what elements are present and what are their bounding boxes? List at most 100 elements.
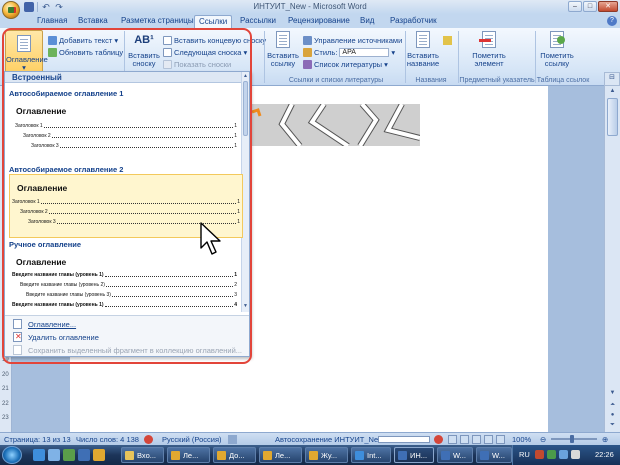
zoom-out-icon[interactable]: ⊖ <box>540 435 546 444</box>
toc-dialog-label: Оглавление... <box>28 319 77 329</box>
tray-icon-1[interactable] <box>535 450 544 459</box>
macro-icon[interactable] <box>228 435 237 444</box>
insert-caption-button[interactable]: Вставить название <box>406 30 440 68</box>
tab-home[interactable]: Главная <box>37 16 67 28</box>
zoom-level[interactable]: 100% <box>512 435 531 444</box>
gallery-scroll-thumb[interactable] <box>243 81 248 136</box>
tab-review[interactable]: Рецензирование <box>288 16 350 28</box>
style-dropdown[interactable]: APA <box>339 48 390 57</box>
gallery-scroll-up-icon[interactable]: ▲ <box>242 73 249 79</box>
select-browse-object-icon[interactable]: ● <box>607 412 618 420</box>
autosave-status: Автосохранение ИНТУИТ_New: <box>275 435 386 444</box>
insert-endnote-label: Вставить концевую сноску <box>174 36 267 45</box>
taskbar-button-le1[interactable]: Ле... <box>167 447 210 463</box>
save-selection-command: Сохранить выделенный фрагмент в коллекци… <box>9 344 245 356</box>
maximize-button[interactable]: □ <box>583 1 597 12</box>
quicklaunch-word-icon[interactable] <box>78 449 90 461</box>
scroll-up-icon[interactable]: ▲ <box>607 88 618 96</box>
toc-button[interactable]: Оглавление ▾ <box>5 30 48 74</box>
toc-entry: Заголовок 21 <box>23 133 237 139</box>
minimize-button[interactable]: – <box>568 1 582 12</box>
full-screen-view-icon[interactable] <box>460 435 469 444</box>
auto-toc-1-title: Автособираемое оглавление 1 <box>9 89 124 98</box>
network-icon[interactable] <box>559 450 568 459</box>
status-bar: Страница: 13 из 13 Число слов: 4 138 Рус… <box>0 432 620 445</box>
manage-sources-button[interactable]: Управление источниками <box>303 36 402 45</box>
tab-mailings[interactable]: Рассылки <box>240 16 276 28</box>
outline-view-icon[interactable] <box>484 435 493 444</box>
draft-view-icon[interactable] <box>496 435 505 444</box>
tray-icon-2[interactable] <box>547 450 556 459</box>
footnote-icon: AB¹ <box>134 34 154 46</box>
prev-page-icon[interactable]: ⏶ <box>607 402 618 410</box>
show-notes-button: Показать сноски <box>163 60 231 69</box>
ruler-mark: 20 <box>2 371 9 378</box>
add-text-button[interactable]: Добавить текст ▾ <box>48 36 118 45</box>
page-count[interactable]: Страница: 13 из 13 <box>4 435 71 444</box>
clock[interactable]: 22:26 <box>595 450 614 459</box>
next-footnote-button[interactable]: Следующая сноска ▾ <box>163 48 247 57</box>
update-table-button[interactable]: Обновить таблицу <box>48 48 123 57</box>
title-bar: ↶ ↷ ИНТУИТ_New - Microsoft Word – □ ✕ <box>0 0 620 14</box>
toc-icon <box>14 34 34 54</box>
taskbar-button-zhu[interactable]: Жу... <box>305 447 348 463</box>
remove-toc-command[interactable]: ✕ Удалить оглавление <box>9 331 245 343</box>
word-count[interactable]: Число слов: 4 138 <box>76 435 139 444</box>
auto-toc-1-preview[interactable]: Оглавление Заголовок 11 Заголовок 21 Заг… <box>9 98 243 162</box>
bibliography-button[interactable]: Список литературы ▾ <box>303 60 388 69</box>
auto-toc-2-title: Автособираемое оглавление 2 <box>9 165 124 174</box>
toc-dialog-command[interactable]: Оглавление... <box>9 318 245 330</box>
tab-developer[interactable]: Разработчик <box>390 16 437 28</box>
road-map-graphic <box>252 104 420 146</box>
next-page-icon[interactable]: ⏷ <box>607 422 618 430</box>
mark-citation-button[interactable]: Пометить ссылку <box>538 30 576 68</box>
taskbar-button-le2[interactable]: Ле... <box>259 447 302 463</box>
quicklaunch-desktop-icon[interactable] <box>48 449 60 461</box>
gallery-header: Встроенный <box>5 72 249 83</box>
vertical-scrollbar[interactable]: ▲ ▼ ⏶ ● ⏷ <box>604 86 620 432</box>
auto-toc-1-heading: Оглавление <box>16 106 67 116</box>
tab-page-layout[interactable]: Разметка страницы <box>121 16 194 28</box>
manual-toc-title: Ручное оглавление <box>9 240 82 249</box>
quicklaunch-folder-icon[interactable] <box>93 449 105 461</box>
volume-icon[interactable] <box>571 450 580 459</box>
scroll-down-icon[interactable]: ▼ <box>607 390 618 398</box>
keyboard-language[interactable]: RU <box>519 450 530 459</box>
gallery-scroll-down-icon[interactable]: ▼ <box>242 303 249 309</box>
proofing-icon[interactable] <box>144 435 153 444</box>
taskbar-button-word2[interactable]: W... <box>437 447 473 463</box>
ruler-toggle-button[interactable]: ⊟ <box>604 72 620 86</box>
quicklaunch-ie-icon[interactable] <box>33 449 45 461</box>
quicklaunch-app-icon[interactable] <box>63 449 75 461</box>
insert-footnote-button[interactable]: AB¹ Вставить сноску <box>128 30 160 68</box>
tab-references[interactable]: Ссылки <box>194 15 233 28</box>
tab-insert[interactable]: Вставка <box>78 16 108 28</box>
taskbar-button-do[interactable]: До... <box>213 447 256 463</box>
start-button[interactable] <box>2 446 22 464</box>
taskbar-button-intuit-word[interactable]: ИН... <box>394 447 434 463</box>
mark-entry-button[interactable]: Пометить элемент <box>468 30 510 68</box>
manage-sources-label: Управление источниками <box>314 36 403 45</box>
zoom-slider-knob[interactable] <box>570 435 574 443</box>
zoom-slider[interactable] <box>551 438 597 440</box>
taskbar-button-inbox[interactable]: Вхо... <box>121 447 164 463</box>
ribbon-tabs: Главная Вставка Разметка страницы Ссылки… <box>0 14 620 28</box>
taskbar-button-word3[interactable]: W... <box>476 447 512 463</box>
print-layout-view-icon[interactable] <box>448 435 457 444</box>
help-icon[interactable]: ? <box>607 16 617 26</box>
window-controls: – □ ✕ <box>568 1 618 12</box>
tab-view[interactable]: Вид <box>360 16 374 28</box>
taskbar-button-int[interactable]: Int... <box>351 447 391 463</box>
language-indicator[interactable]: Русский (Россия) <box>162 435 222 444</box>
cancel-autosave-icon[interactable] <box>434 435 443 444</box>
insert-citation-button[interactable]: Вставить ссылку <box>266 30 300 68</box>
group-captions-label: Названия <box>415 77 447 84</box>
insert-table-of-figures-icon[interactable] <box>443 36 452 45</box>
web-layout-view-icon[interactable] <box>472 435 481 444</box>
manual-toc-preview[interactable]: Оглавление Введите название главы (урове… <box>9 250 243 314</box>
insert-endnote-button[interactable]: Вставить концевую сноску <box>163 36 266 45</box>
office-button[interactable] <box>2 1 20 19</box>
scroll-thumb[interactable] <box>607 98 618 136</box>
close-button[interactable]: ✕ <box>598 1 618 12</box>
zoom-in-icon[interactable]: ⊕ <box>602 435 608 444</box>
